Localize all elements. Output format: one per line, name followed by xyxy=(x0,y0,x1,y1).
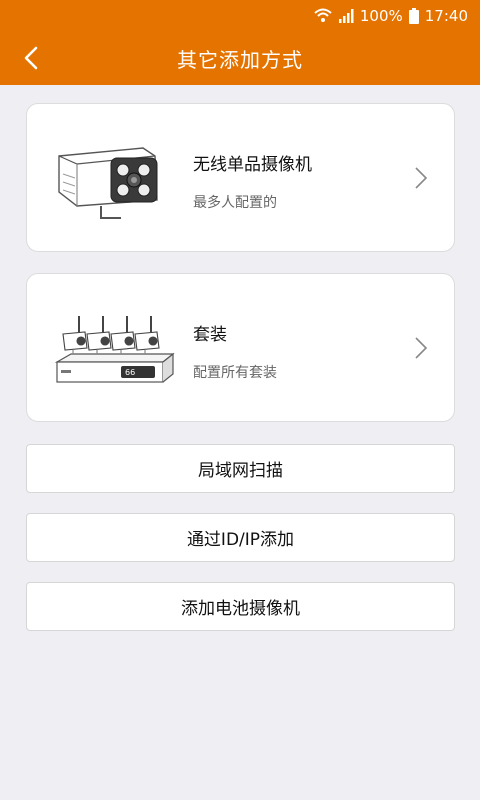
svg-text:66: 66 xyxy=(125,368,135,377)
status-bar: 100% 17:40 xyxy=(0,0,480,32)
wireless-camera-card[interactable]: 无线单品摄像机 最多人配置的 xyxy=(26,103,455,252)
page-title: 其它添加方式 xyxy=(177,48,303,72)
card-title: 无线单品摄像机 xyxy=(193,155,312,175)
signal-icon xyxy=(338,9,354,23)
chevron-right-icon xyxy=(415,167,428,189)
chevron-left-icon xyxy=(24,46,38,70)
battery-percent: 100% xyxy=(359,7,403,25)
app-bar: 其它添加方式 xyxy=(0,32,480,85)
clock: 17:40 xyxy=(424,7,468,25)
add-battery-camera-button[interactable]: 添加电池摄像机 xyxy=(26,582,455,631)
chevron-right-icon xyxy=(415,337,428,359)
kit-card[interactable]: 66 套装 配置所有套装 xyxy=(26,273,455,422)
card-subtitle: 最多人配置的 xyxy=(193,195,277,211)
bullet-camera-image xyxy=(51,134,181,224)
back-button[interactable] xyxy=(14,40,50,76)
wifi-icon xyxy=(314,8,332,24)
lan-scan-button[interactable]: 局域网扫描 xyxy=(26,444,455,493)
card-subtitle: 配置所有套装 xyxy=(193,365,277,381)
battery-icon xyxy=(408,8,419,24)
add-by-id-ip-button[interactable]: 通过ID/IP添加 xyxy=(26,513,455,562)
nvr-kit-image: 66 xyxy=(51,304,181,394)
card-title: 套装 xyxy=(193,325,227,345)
